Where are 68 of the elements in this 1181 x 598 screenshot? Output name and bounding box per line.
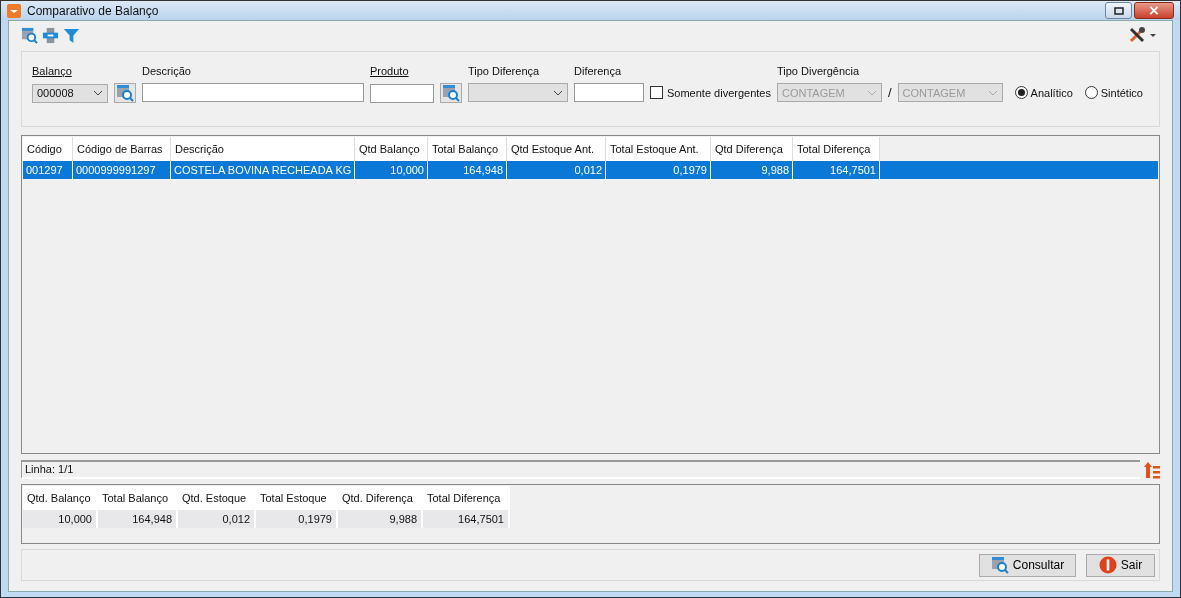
- close-button[interactable]: [1134, 2, 1174, 19]
- difference-type-dropdown[interactable]: [468, 83, 568, 102]
- total-value: 164,948: [98, 510, 178, 528]
- field-label: Produto: [370, 64, 410, 78]
- total-header: Total Estoque: [256, 486, 338, 510]
- product-field[interactable]: [370, 83, 434, 103]
- total-header: Total Balanço: [98, 486, 178, 510]
- total-header: Qtd. Estoque: [178, 486, 256, 510]
- app-icon: [7, 3, 21, 18]
- table-cell: 001297: [23, 161, 73, 179]
- table-cell: 10,000: [355, 161, 428, 179]
- restore-icon: [1113, 6, 1124, 15]
- restore-button[interactable]: [1105, 2, 1132, 19]
- exit-icon: [1098, 556, 1117, 574]
- window-title: Comparativo de Balanço: [27, 3, 159, 18]
- exit-button[interactable]: Sair: [1086, 553, 1155, 577]
- column-header[interactable]: Código de Barras: [73, 137, 171, 161]
- mode-radio[interactable]: Sintético: [1084, 86, 1143, 99]
- total-value: 0,1979: [256, 510, 338, 528]
- column-header[interactable]: Qtd Estoque Ant.: [507, 137, 606, 161]
- description-field[interactable]: [142, 83, 364, 102]
- chevron-icon: [93, 90, 103, 96]
- column-header[interactable]: Qtd Diferença: [711, 137, 793, 161]
- table-cell: 9,988: [711, 161, 793, 179]
- row-counter: Linha: 1/1: [25, 463, 74, 475]
- column-header[interactable]: Total Balanço: [428, 137, 507, 161]
- column-header[interactable]: Total Estoque Ant.: [606, 137, 711, 161]
- print-icon[interactable]: [42, 26, 59, 44]
- column-header[interactable]: Total Diferença: [793, 137, 880, 161]
- search-icon: [990, 556, 1009, 574]
- tools-icon[interactable]: [1128, 26, 1156, 44]
- table-cell: 0,1979: [606, 161, 711, 179]
- close-icon: [1149, 6, 1159, 15]
- difference-field[interactable]: [574, 83, 644, 102]
- mode-radio[interactable]: Analítico: [1014, 86, 1073, 99]
- total-header: Total Diferença: [423, 486, 510, 510]
- total-value: 9,988: [338, 510, 423, 528]
- sort-icon[interactable]: [1144, 460, 1160, 479]
- table-row[interactable]: 001297 0000999991297 COSTELA BOVINA RECHEADA KG 10,000 164,948 0,012 0,1979 9,988 164,7501: [23, 161, 1158, 179]
- field-label: Descrição: [142, 64, 192, 78]
- balance-dropdown[interactable]: 000008: [32, 83, 108, 103]
- range-separator: /: [887, 85, 892, 100]
- field-label: Tipo Diferença: [468, 64, 541, 78]
- table-cell: 164,7501: [793, 161, 880, 179]
- chevron-icon: [866, 89, 877, 96]
- column-header[interactable]: Qtd Balanço: [355, 137, 428, 161]
- table-cell: COSTELA BOVINA RECHEADA KG: [171, 161, 355, 179]
- filter-icon[interactable]: [63, 26, 80, 44]
- total-value: 0,012: [178, 510, 256, 528]
- lookup-button[interactable]: [440, 83, 462, 103]
- table-cell: 0,012: [507, 161, 606, 179]
- search-button[interactable]: Consultar: [979, 553, 1076, 577]
- field-label: Balanço: [32, 64, 73, 78]
- search-icon[interactable]: [21, 26, 38, 44]
- field-label: Diferença: [574, 64, 623, 78]
- table-cell: 164,948: [428, 161, 507, 179]
- lookup-button[interactable]: [114, 83, 136, 103]
- total-value: 10,000: [23, 510, 98, 528]
- column-header[interactable]: Código: [23, 137, 73, 161]
- total-value: 164,7501: [423, 510, 510, 528]
- field-label: Tipo Divergência: [776, 64, 861, 78]
- total-header: Qtd. Balanço: [23, 486, 98, 510]
- divergent-checkbox[interactable]: Somente divergentes: [650, 83, 771, 102]
- chevron-icon: [987, 89, 998, 96]
- table-cell: 0000999991297: [73, 161, 171, 179]
- chevron-icon: [553, 89, 563, 96]
- column-header[interactable]: Descrição: [171, 137, 355, 161]
- total-header: Qtd. Diferença: [338, 486, 423, 510]
